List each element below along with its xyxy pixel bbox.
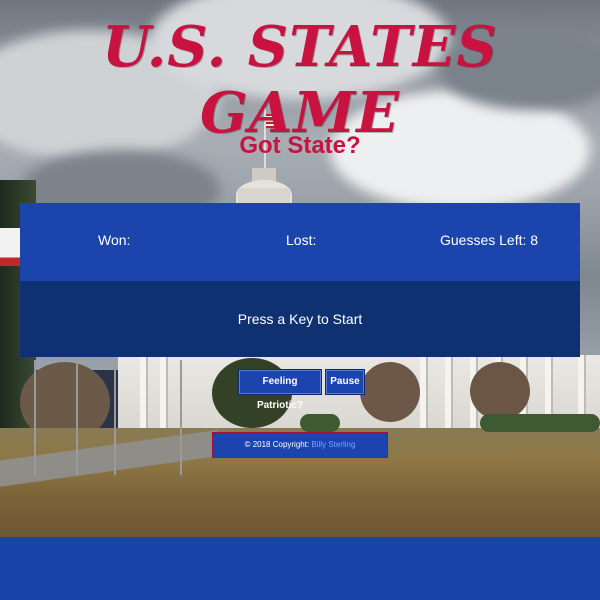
tree: [360, 362, 420, 422]
lamp-post: [76, 360, 78, 475]
start-prompt: Press a Key to Start: [237, 311, 363, 327]
hedge: [300, 414, 340, 432]
game-title: U.S. STATES GAME: [102, 14, 498, 146]
feeling-patriotic-button[interactable]: Feeling Patriotic?: [238, 369, 322, 411]
game-subtitle: Got State?: [239, 132, 361, 159]
pause-button[interactable]: Pause: [325, 369, 365, 395]
bottom-band: [0, 537, 600, 600]
column: [445, 355, 451, 433]
california-flag-icon: [0, 228, 22, 266]
scoreboard: Won: Lost: Guesses Left: 8: [20, 203, 580, 281]
copyright-text: © 2018 Copyright:: [244, 440, 312, 449]
footer: © 2018 Copyright: Billy Sterling: [212, 432, 388, 458]
message-panel: Press a Key to Start: [20, 281, 580, 357]
lamp-post: [180, 360, 182, 475]
won-counter: Won:: [98, 232, 131, 248]
lost-counter: Lost:: [286, 232, 317, 248]
tree: [470, 362, 530, 420]
column: [160, 355, 166, 433]
lamp-post: [34, 360, 36, 475]
column: [140, 355, 146, 433]
column: [420, 355, 426, 433]
guesses-left-counter: Guesses Left: 8: [440, 232, 539, 248]
hedge: [480, 414, 600, 432]
lamp-post: [114, 360, 116, 475]
author-link[interactable]: Billy Sterling: [311, 440, 355, 449]
